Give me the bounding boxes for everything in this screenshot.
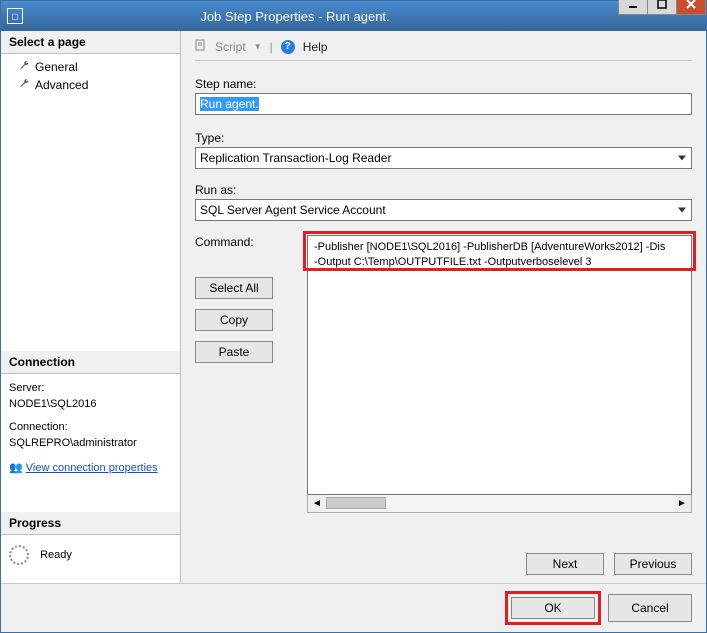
sidebar: Select a page General Advanced Connectio… [1,31,181,583]
select-page-header: Select a page [1,31,180,54]
run-as-label: Run as: [195,183,692,197]
page-general-label: General [35,60,78,74]
titlebar: ▢ Job Step Properties - Run agent. [1,1,706,31]
ok-highlight-box: OK [508,594,598,622]
help-icon: ? [281,40,295,54]
command-textarea[interactable]: -Publisher [NODE1\SQL2016] -PublisherDB … [307,235,692,495]
progress-status: Ready [40,549,72,561]
copy-button[interactable]: Copy [195,309,273,331]
ok-button[interactable]: OK [511,597,595,619]
scroll-left-icon[interactable]: ◄ [308,495,326,512]
step-name-input[interactable]: Run agent. [195,93,692,115]
wrench-icon [19,78,31,92]
toolbar-separator: | [270,40,273,54]
step-name-label: Step name: [195,77,692,91]
command-label: Command: [195,235,295,249]
cancel-button[interactable]: Cancel [608,594,692,622]
network-icon: 👥 [9,462,23,474]
dialog-footer: OK Cancel [1,583,706,632]
view-connection-props-link[interactable]: View connection properties [26,462,158,474]
scroll-thumb[interactable] [326,497,386,509]
previous-button[interactable]: Previous [614,553,692,575]
run-as-select[interactable]: SQL Server Agent Service Account [195,199,692,221]
main-panel: Script ▼ | ? Help Step name: Run agent. … [181,31,706,583]
type-select[interactable]: Replication Transaction-Log Reader [195,147,692,169]
server-label: Server: [9,380,172,397]
window-title: Job Step Properties - Run agent. [31,9,619,24]
script-icon [195,39,207,54]
page-advanced[interactable]: Advanced [1,76,180,94]
connection-label: Connection: [9,419,172,436]
page-advanced-label: Advanced [35,78,88,92]
connection-header: Connection [1,351,180,374]
server-value: NODE1\SQL2016 [9,396,172,413]
system-menu-icon[interactable]: ▢ [7,8,23,24]
connection-value: SQLREPRO\administrator [9,435,172,452]
help-button[interactable]: Help [303,40,328,54]
script-button[interactable]: Script [215,40,246,54]
page-general[interactable]: General [1,58,180,76]
close-button[interactable] [676,0,706,15]
next-button[interactable]: Next [526,553,604,575]
type-label: Type: [195,131,692,145]
paste-button[interactable]: Paste [195,341,273,363]
progress-header: Progress [1,512,180,535]
select-all-button[interactable]: Select All [195,277,273,299]
wrench-icon [19,60,31,74]
connection-info: Server: NODE1\SQL2016 Connection: SQLREP… [1,374,180,483]
minimize-button[interactable] [618,0,648,15]
progress-spinner-icon [9,545,29,565]
command-hscrollbar[interactable]: ◄ ► [307,495,692,513]
scroll-right-icon[interactable]: ► [673,495,691,512]
toolbar: Script ▼ | ? Help [195,39,692,61]
script-dropdown-icon[interactable]: ▼ [254,42,262,51]
maximize-button[interactable] [647,0,677,15]
